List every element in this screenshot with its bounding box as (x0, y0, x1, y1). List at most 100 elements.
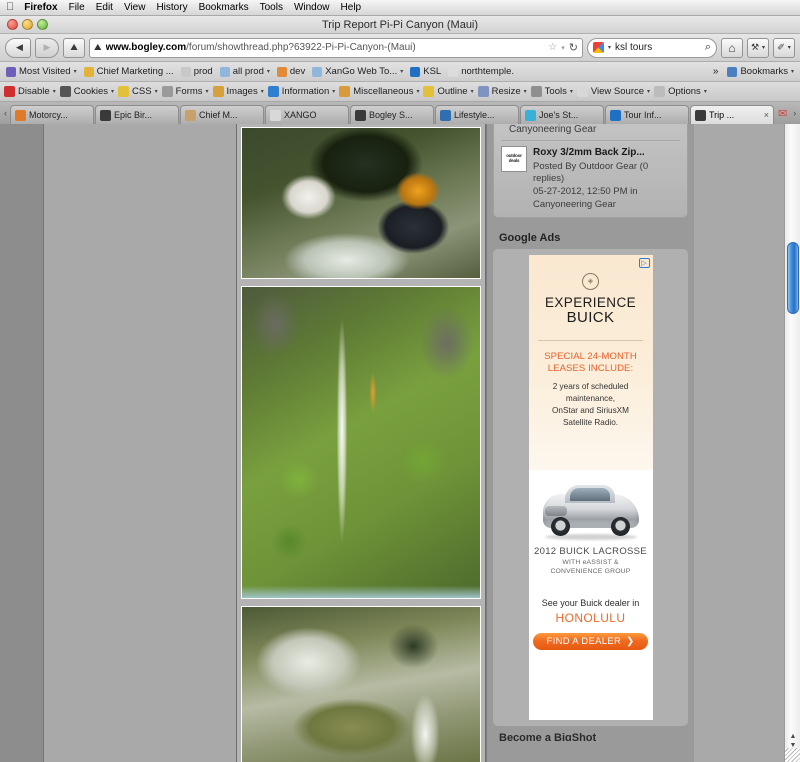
clipped-thread-label[interactable]: Canyoneering Gear (501, 124, 680, 138)
menu-item-firefox[interactable]: Firefox (24, 2, 57, 13)
bookmark-item-0[interactable]: Most Visited ▾ (4, 66, 79, 77)
devtool-label: Tools (544, 86, 567, 97)
stream-pool-photo[interactable] (241, 606, 481, 762)
search-icon[interactable]: ⌕ (705, 41, 711, 54)
window-resize-grip[interactable] (785, 748, 800, 762)
devtool-label: Information (281, 86, 330, 97)
tab-label: Epic Bir... (114, 110, 153, 120)
menu-item-window[interactable]: Window (294, 2, 330, 13)
star-dropdown-icon[interactable]: ▾ (561, 44, 565, 52)
bookmark-favicon-icon (6, 66, 16, 77)
browser-tab-3[interactable]: XANGO (265, 105, 349, 124)
bookmark-item-7[interactable]: northtemple. (446, 66, 516, 77)
browser-tab-4[interactable]: Bogley S... (350, 105, 434, 124)
home-button[interactable]: ⌂ (721, 37, 743, 58)
devtool-tools[interactable]: Tools ▾ (530, 86, 574, 97)
browser-tab-7[interactable]: Tour Inf... (605, 105, 689, 124)
apple-menu-icon[interactable]:  (6, 2, 14, 13)
tab-bar: ‹ Motorcy... Epic Bir... Chief M... XANGO Bog… (0, 102, 800, 124)
scrollbar-arrows: ▲ ▼ (785, 733, 800, 749)
page-left-gutter (0, 124, 43, 762)
devtool-forms[interactable]: Forms ▾ (161, 86, 210, 97)
mail-icon[interactable]: ✉ (775, 107, 790, 120)
devtool-label: Forms (175, 86, 203, 97)
devtool-image[interactable]: Images ▾ (212, 86, 265, 97)
browser-tab-1[interactable]: Epic Bir... (95, 105, 179, 124)
back-button[interactable]: ◀ (5, 37, 31, 58)
bookmark-item-2[interactable]: prod (179, 66, 215, 77)
menu-item-bookmarks[interactable]: Bookmarks (199, 2, 249, 13)
find-a-dealer-button[interactable]: FIND A DEALER ❯ (532, 633, 649, 651)
bookmark-favicon-icon (83, 66, 94, 77)
close-tab-icon[interactable]: × (764, 110, 769, 120)
adchoices-icon[interactable]: ▷ (638, 257, 650, 268)
chevron-down-icon: ▾ (73, 69, 77, 75)
search-bar[interactable]: ▾ ksl tours ⌕ (587, 37, 717, 58)
thread-title[interactable]: Roxy 3/2mm Back Zip... (533, 146, 680, 160)
pen-caret-icon: ▾ (787, 45, 791, 51)
devtool-options[interactable]: Options ▾ (653, 86, 708, 97)
menu-item-view[interactable]: View (124, 2, 146, 13)
site-identity-button[interactable]: ⛰ (63, 37, 85, 58)
misc-icon (339, 86, 351, 97)
bookmark-item-4[interactable]: dev (275, 66, 307, 77)
ad-body-copy: 2 years of scheduled maintenance, OnStar… (546, 381, 635, 429)
bookmark-item-5[interactable]: XanGo Web To... ▾ (310, 66, 405, 77)
bookmark-item-3[interactable]: all prod ▾ (218, 66, 272, 77)
rappelling-waterfall-photo[interactable] (241, 286, 481, 599)
pen-tool-button[interactable]: ✐ ▾ (773, 37, 795, 58)
divider (501, 140, 680, 141)
browser-tab-6[interactable]: Joe's St... (520, 105, 604, 124)
bookmarks-toolbar: Most Visited ▾ Chief Marketing ... prod all … (0, 62, 800, 82)
menu-item-help[interactable]: Help (341, 2, 362, 13)
menu-item-edit[interactable]: Edit (96, 2, 113, 13)
chevron-down-icon: ▾ (205, 89, 209, 95)
devtool-no-entry[interactable]: Disable ▾ (3, 86, 57, 97)
bookmark-favicon-icon (312, 66, 323, 77)
bookmarks-overflow-icon[interactable]: » (709, 66, 723, 77)
bookmark-star-icon[interactable]: ☆ (548, 42, 557, 53)
options-icon (654, 86, 666, 97)
tab-scroll-left-icon[interactable]: ‹ (2, 108, 9, 118)
reload-icon[interactable]: ↻ (569, 41, 578, 54)
chevron-down-icon: ▾ (569, 89, 573, 95)
thread-meta-poster: Posted By Outdoor Gear (0 replies) (533, 160, 649, 185)
menu-item-history[interactable]: History (156, 2, 187, 13)
thread-list-item[interactable]: outdoor deals Roxy 3/2mm Back Zip... Pos… (501, 146, 680, 212)
browser-tab-2[interactable]: Chief M... (180, 105, 264, 124)
buick-advertisement[interactable]: ▷ ◈ EXPERIENCE BUICK SPECIAL 24-MONTH LE… (528, 254, 653, 720)
browser-tab-8[interactable]: Trip ... × (690, 105, 774, 124)
devtool-resize[interactable]: Resize ▾ (477, 86, 528, 97)
tab-scroll-right-icon[interactable]: › (791, 108, 798, 118)
eyedropper-tool-button[interactable]: ⚒ ▾ (747, 37, 769, 58)
forward-button[interactable]: ▶ (35, 37, 59, 58)
devtool-cookie[interactable]: Cookies ▾ (59, 86, 115, 97)
browser-tab-0[interactable]: Motorcy... (10, 105, 94, 124)
favicon-icon: ⛰ (94, 42, 102, 52)
devtool-pencil[interactable]: CSS ▾ (117, 86, 159, 97)
scrollbar-thumb[interactable] (787, 242, 799, 314)
menu-item-file[interactable]: File (69, 2, 85, 13)
menu-item-tools[interactable]: Tools (260, 2, 283, 13)
canyoneers-in-stream-photo[interactable] (241, 127, 481, 279)
bookmark-item-6[interactable]: KSL (408, 66, 443, 77)
devtool-source[interactable]: View Source ▾ (576, 86, 651, 97)
ad-dealer-line: See your Buick dealer in (541, 598, 640, 609)
bookmarks-menu-button[interactable]: Bookmarks ▾ (725, 66, 796, 77)
search-engine-caret-icon[interactable]: ▾ (608, 44, 611, 51)
bookmark-favicon-icon (276, 66, 287, 77)
tools-icon (530, 86, 542, 97)
chevron-down-icon: ▾ (154, 89, 158, 95)
devtool-outline[interactable]: Outline ▾ (422, 86, 474, 97)
car-rear-wheel (610, 516, 630, 536)
browser-tab-5[interactable]: Lifestyle... (435, 105, 519, 124)
search-input[interactable]: ksl tours (615, 42, 652, 53)
bookmark-item-1[interactable]: Chief Marketing ... (82, 66, 176, 77)
chevron-down-icon: ▾ (266, 69, 270, 75)
devtool-misc[interactable]: Miscellaneous ▾ (338, 86, 420, 97)
thread-meta-forum[interactable]: Canyoneering Gear (533, 199, 680, 212)
devtool-info[interactable]: Information ▾ (267, 86, 337, 97)
address-bar[interactable]: ⛰ www.bogley.com/forum/showthread.php?63… (89, 37, 583, 58)
vertical-scrollbar[interactable]: ▲ ▼ (784, 124, 800, 762)
scroll-up-arrow-icon[interactable]: ▲ (790, 733, 797, 740)
